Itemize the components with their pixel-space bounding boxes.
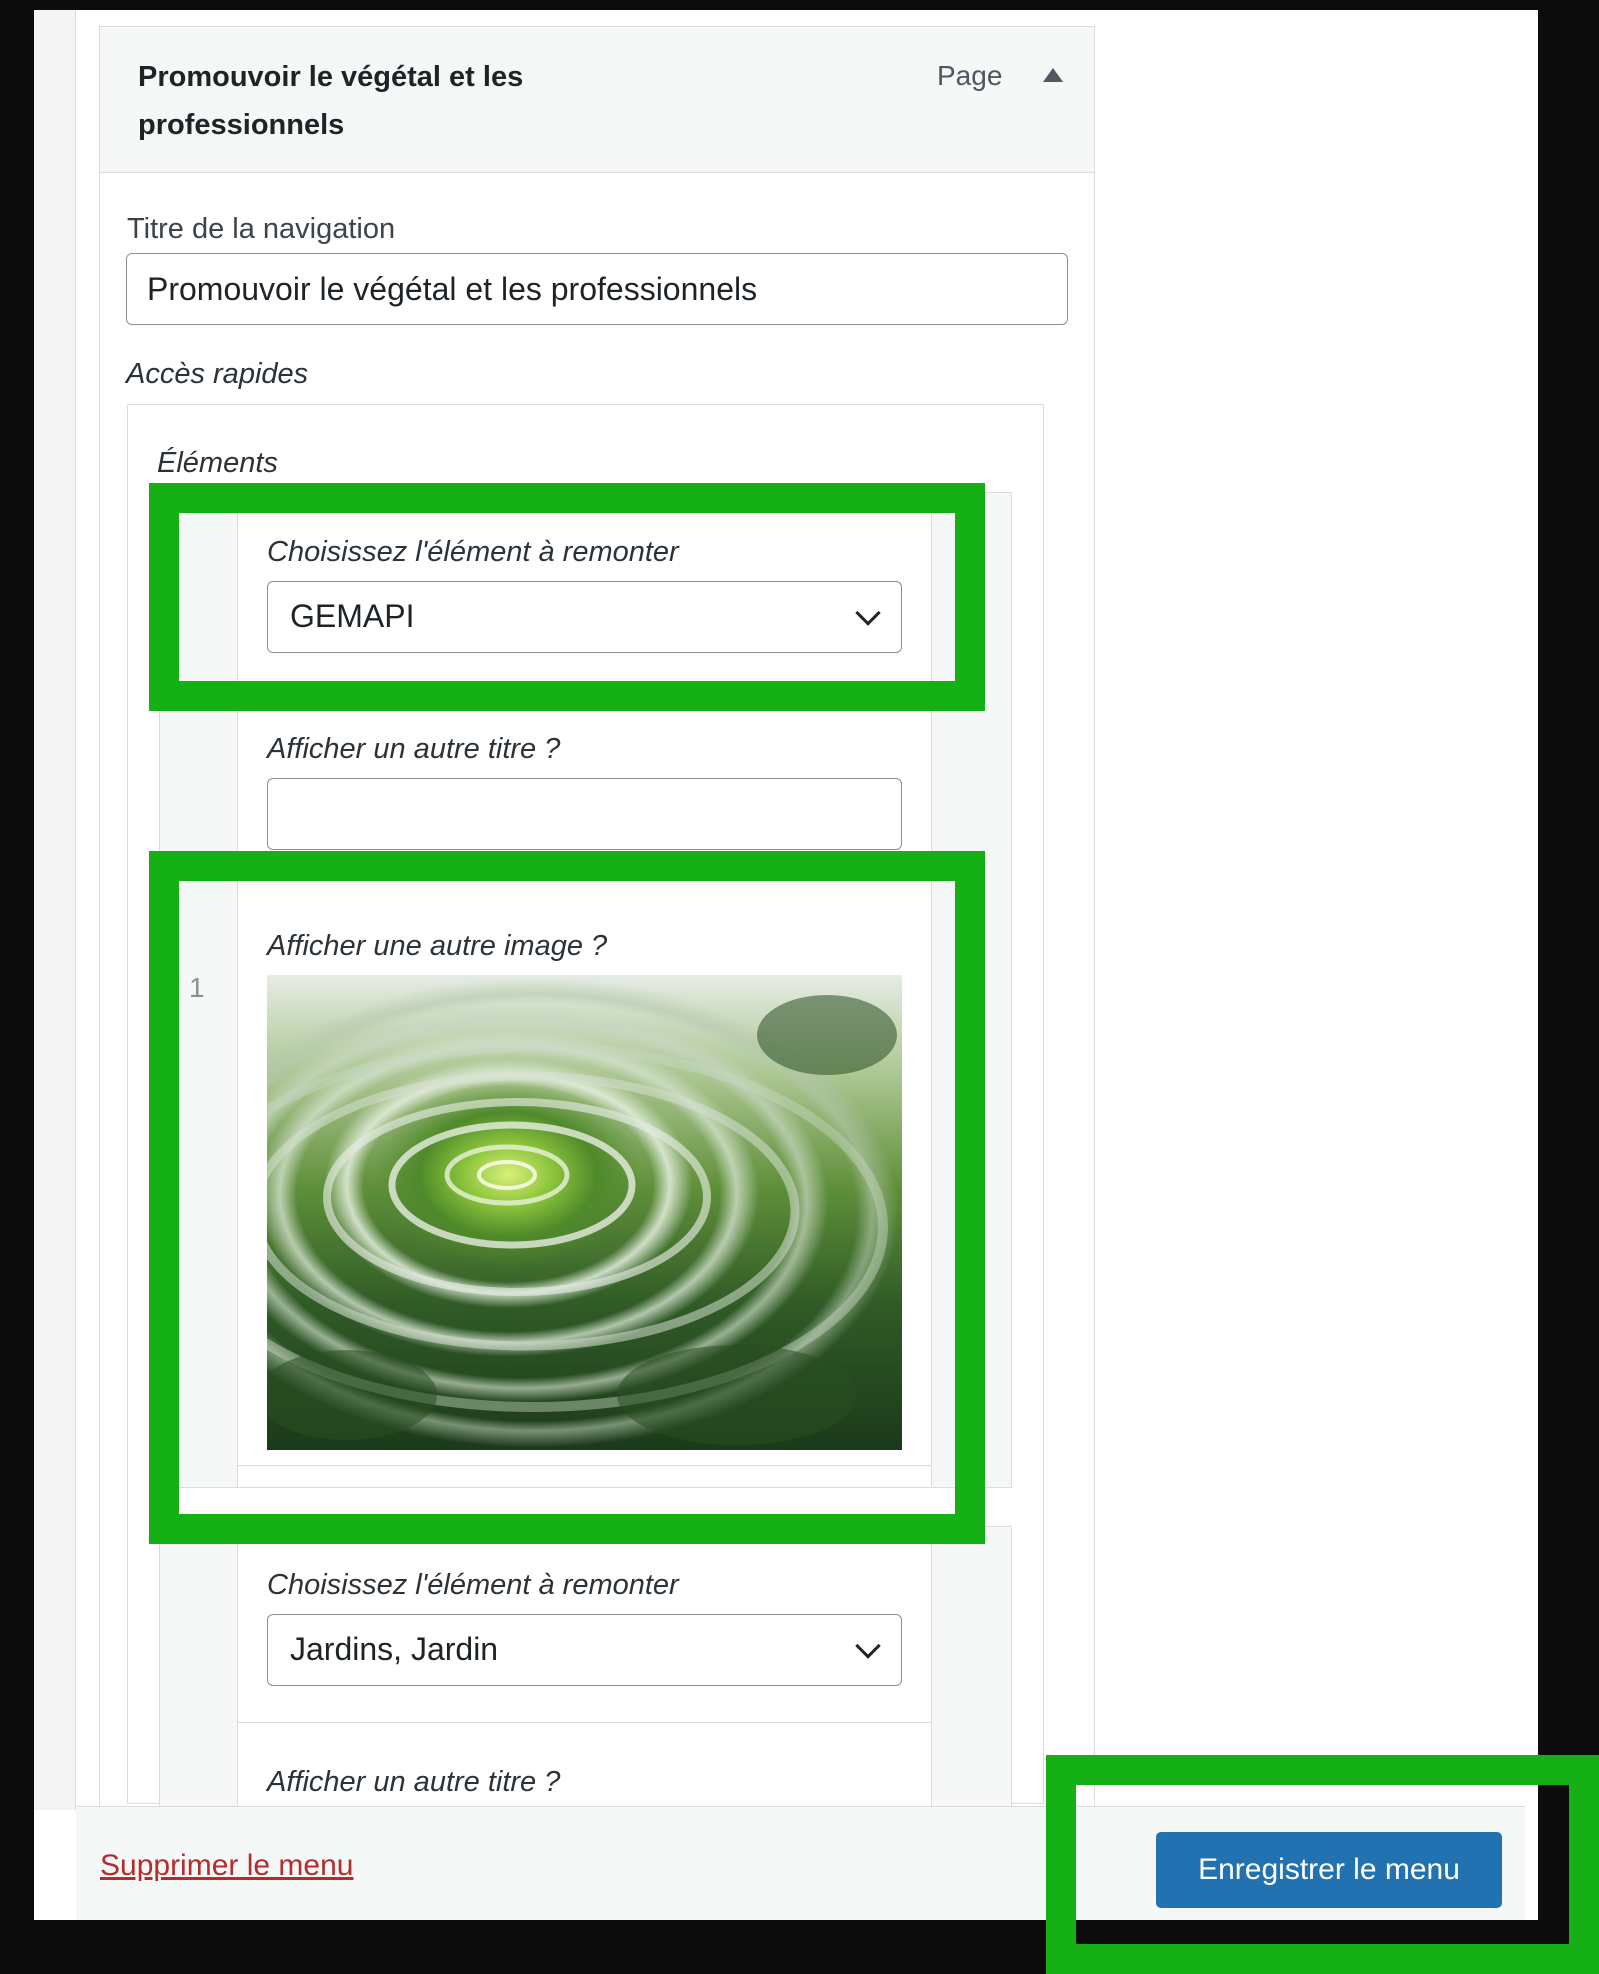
- highlight-box-image: [149, 851, 985, 1544]
- menu-item-title: Promouvoir le végétal et les professionn…: [138, 61, 524, 141]
- nav-title-label: Titre de la navigation: [127, 213, 396, 245]
- choose-element-label: Choisissez l'élément à remonter: [267, 1569, 679, 1601]
- highlight-box-save: [1046, 1755, 1599, 1974]
- highlight-box-select: [149, 483, 985, 711]
- chevron-down-icon: [855, 1633, 881, 1659]
- element-select[interactable]: Jardins, Jardin: [267, 1614, 902, 1686]
- field-divider: [238, 1722, 931, 1723]
- alt-title-label: Afficher un autre titre ?: [267, 733, 561, 765]
- left-gutter: [34, 10, 76, 1810]
- delete-menu-link[interactable]: Supprimer le menu: [100, 1846, 353, 1886]
- quick-access-label: Accès rapides: [126, 358, 309, 390]
- alt-title-input[interactable]: [267, 778, 902, 850]
- alt-title-label: Afficher un autre titre ?: [267, 1766, 561, 1798]
- nav-title-input[interactable]: [126, 253, 1068, 325]
- elements-label: Éléments: [157, 447, 278, 479]
- element-select-value: Jardins, Jardin: [290, 1631, 499, 1667]
- menu-item-type: Page: [937, 60, 1003, 91]
- triangle-up-icon[interactable]: [1043, 68, 1063, 82]
